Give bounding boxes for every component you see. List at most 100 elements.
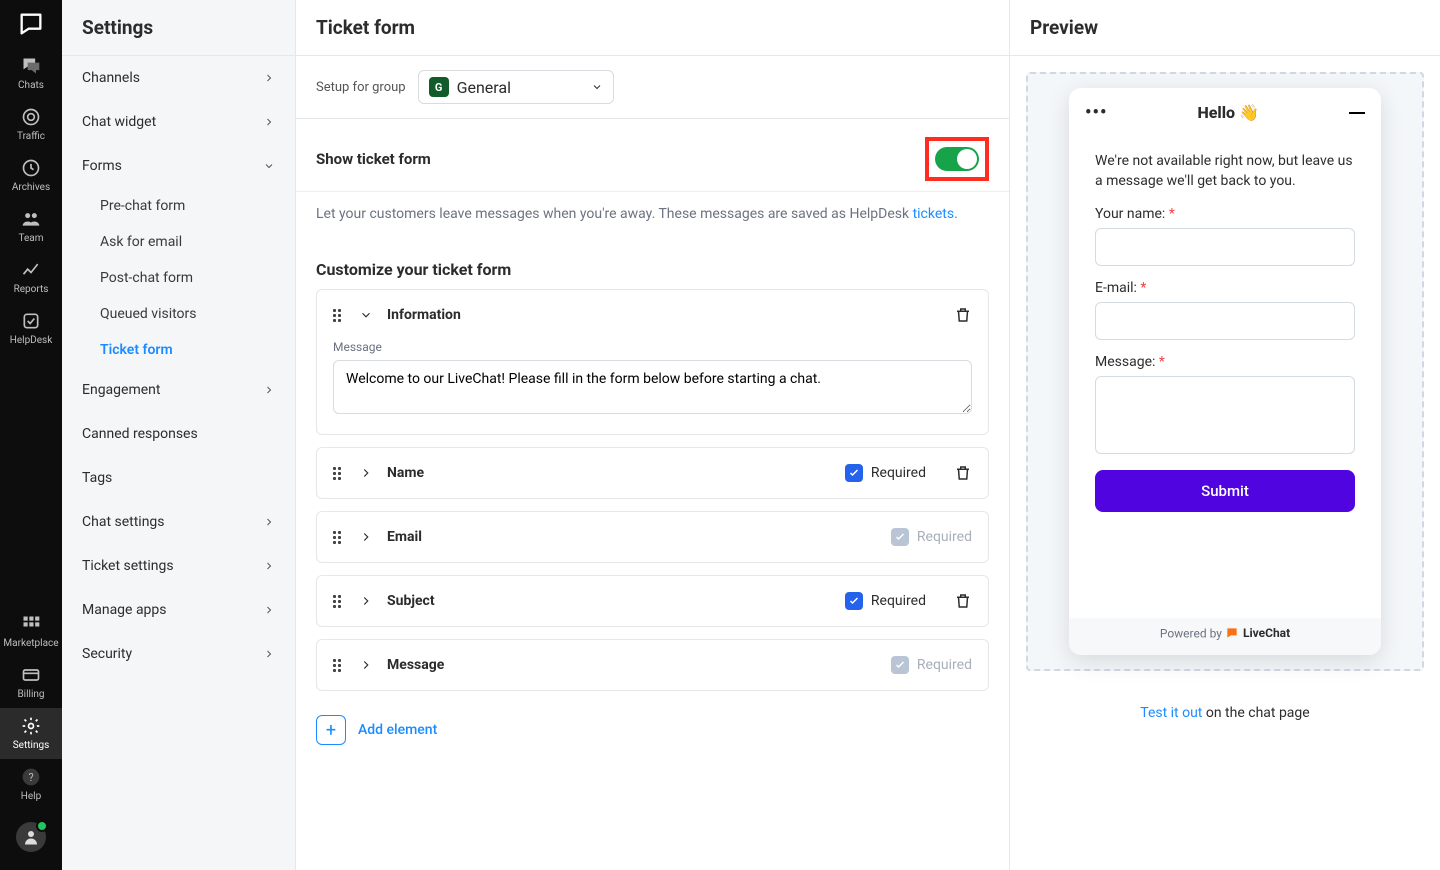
rail-billing[interactable]: Billing bbox=[0, 657, 62, 708]
required-label: Required bbox=[917, 529, 972, 545]
chevron-right-icon bbox=[263, 560, 275, 572]
widget-menu-icon[interactable]: ••• bbox=[1085, 102, 1107, 123]
trash-icon[interactable] bbox=[954, 464, 972, 482]
check-icon bbox=[960, 152, 974, 166]
required-label: Required bbox=[871, 593, 926, 609]
required-checkbox[interactable]: Required bbox=[845, 464, 926, 482]
sidebar-item-tags[interactable]: Tags bbox=[62, 456, 295, 500]
card-title: Message bbox=[387, 657, 444, 673]
chevron-right-icon bbox=[263, 648, 275, 660]
sidebar-sub-post-chat[interactable]: Post-chat form bbox=[62, 260, 295, 296]
sidebar-item-security[interactable]: Security bbox=[62, 632, 295, 676]
group-name: General bbox=[457, 78, 511, 97]
form-card-email: Email Required bbox=[316, 511, 989, 563]
required-checkbox: Required bbox=[891, 528, 972, 546]
drag-handle-icon[interactable] bbox=[333, 465, 345, 481]
drag-handle-icon[interactable] bbox=[333, 657, 345, 673]
sidebar-item-canned[interactable]: Canned responses bbox=[62, 412, 295, 456]
preview-submit-button[interactable]: Submit bbox=[1095, 470, 1355, 512]
sidebar-item-engagement[interactable]: Engagement bbox=[62, 368, 295, 412]
rail-label: Archives bbox=[12, 182, 50, 193]
sidebar-sub-queued[interactable]: Queued visitors bbox=[62, 296, 295, 332]
group-select[interactable]: G General bbox=[418, 70, 614, 104]
rail-label: Settings bbox=[13, 740, 50, 751]
sidebar-sub-pre-chat[interactable]: Pre-chat form bbox=[62, 188, 295, 224]
rail-chats[interactable]: Chats bbox=[0, 48, 62, 99]
svg-text:?: ? bbox=[28, 771, 33, 784]
card-title: Email bbox=[387, 529, 422, 545]
chevron-down-icon bbox=[263, 160, 275, 172]
sidebar-item-ticket-settings[interactable]: Ticket settings bbox=[62, 544, 295, 588]
chevron-right-icon[interactable] bbox=[359, 530, 373, 544]
preview-panel: Preview ••• Hello 👋 We're not available … bbox=[1010, 0, 1440, 870]
required-label: Required bbox=[871, 465, 926, 481]
widget-title: Hello 👋 bbox=[1197, 103, 1259, 122]
sidebar-sub-ticket-form[interactable]: Ticket form bbox=[62, 332, 295, 368]
chevron-right-icon[interactable] bbox=[359, 594, 373, 608]
trash-icon[interactable] bbox=[954, 592, 972, 610]
rail-archives[interactable]: Archives bbox=[0, 150, 62, 201]
trash-icon[interactable] bbox=[954, 306, 972, 324]
group-label: Setup for group bbox=[316, 80, 406, 95]
nav-rail: Chats Traffic Archives Team Reports Help… bbox=[0, 0, 62, 870]
form-card-information: Information Message bbox=[316, 289, 989, 435]
sidebar-item-chat-widget[interactable]: Chat widget bbox=[62, 100, 295, 144]
widget-footer: Powered by LiveChat bbox=[1069, 618, 1381, 655]
preview-name-input[interactable] bbox=[1095, 228, 1355, 266]
customize-heading: Customize your ticket form bbox=[296, 236, 1009, 289]
sidebar-sub-ask-email[interactable]: Ask for email bbox=[62, 224, 295, 260]
rail-settings[interactable]: Settings bbox=[0, 708, 62, 759]
rail-label: Traffic bbox=[17, 131, 45, 142]
chevron-right-icon bbox=[263, 72, 275, 84]
chevron-right-icon[interactable] bbox=[359, 658, 373, 672]
preview-message-label: Message: * bbox=[1095, 354, 1355, 370]
sidebar-item-forms[interactable]: Forms bbox=[62, 144, 295, 188]
sidebar-title: Settings bbox=[62, 0, 295, 56]
help-text: Let your customers leave messages when y… bbox=[296, 192, 1009, 236]
rail-reports[interactable]: Reports bbox=[0, 252, 62, 303]
rail-label: Team bbox=[19, 233, 44, 244]
rail-label: Billing bbox=[17, 689, 44, 700]
form-card-subject: Subject Required bbox=[316, 575, 989, 627]
sidebar-item-channels[interactable]: Channels bbox=[62, 56, 295, 100]
add-element-label[interactable]: Add element bbox=[358, 722, 437, 738]
rail-team[interactable]: Team bbox=[0, 201, 62, 252]
brand-logo[interactable] bbox=[0, 0, 62, 48]
chevron-down-icon bbox=[591, 81, 603, 93]
rail-label: Help bbox=[21, 791, 41, 802]
required-label: Required bbox=[917, 657, 972, 673]
message-textarea[interactable] bbox=[333, 360, 972, 414]
sidebar-item-manage-apps[interactable]: Manage apps bbox=[62, 588, 295, 632]
minimize-icon[interactable] bbox=[1349, 112, 1365, 114]
show-ticket-form-label: Show ticket form bbox=[316, 150, 431, 168]
test-it-out-line: Test it out on the chat page bbox=[1010, 687, 1440, 739]
required-checkbox[interactable]: Required bbox=[845, 592, 926, 610]
preview-name-label: Your name: * bbox=[1095, 206, 1355, 222]
drag-handle-icon[interactable] bbox=[333, 307, 345, 323]
rail-marketplace[interactable]: Marketplace bbox=[0, 606, 62, 657]
card-title: Name bbox=[387, 465, 424, 481]
group-badge: G bbox=[429, 77, 449, 97]
preview-email-input[interactable] bbox=[1095, 302, 1355, 340]
chevron-right-icon[interactable] bbox=[359, 466, 373, 480]
test-it-out-link[interactable]: Test it out bbox=[1140, 705, 1202, 721]
sidebar-item-chat-settings[interactable]: Chat settings bbox=[62, 500, 295, 544]
page-title: Ticket form bbox=[296, 0, 1009, 56]
rail-label: Chats bbox=[18, 80, 44, 91]
show-ticket-form-toggle[interactable] bbox=[935, 147, 979, 171]
chevron-down-icon[interactable] bbox=[359, 308, 373, 322]
chat-widget-preview: ••• Hello 👋 We're not available right no… bbox=[1069, 88, 1381, 655]
rail-traffic[interactable]: Traffic bbox=[0, 99, 62, 150]
preview-message-input[interactable] bbox=[1095, 376, 1355, 454]
add-element-button[interactable]: + bbox=[316, 715, 346, 745]
tickets-link[interactable]: tickets bbox=[913, 206, 955, 222]
rail-label: Reports bbox=[14, 284, 49, 295]
drag-handle-icon[interactable] bbox=[333, 529, 345, 545]
required-checkbox: Required bbox=[891, 656, 972, 674]
rail-help[interactable]: ? Help bbox=[0, 759, 62, 810]
card-title: Subject bbox=[387, 593, 435, 609]
rail-helpdesk[interactable]: HelpDesk bbox=[0, 303, 62, 354]
user-avatar[interactable] bbox=[16, 822, 46, 852]
content-area: Ticket form Setup for group G General Sh… bbox=[296, 0, 1010, 870]
drag-handle-icon[interactable] bbox=[333, 593, 345, 609]
